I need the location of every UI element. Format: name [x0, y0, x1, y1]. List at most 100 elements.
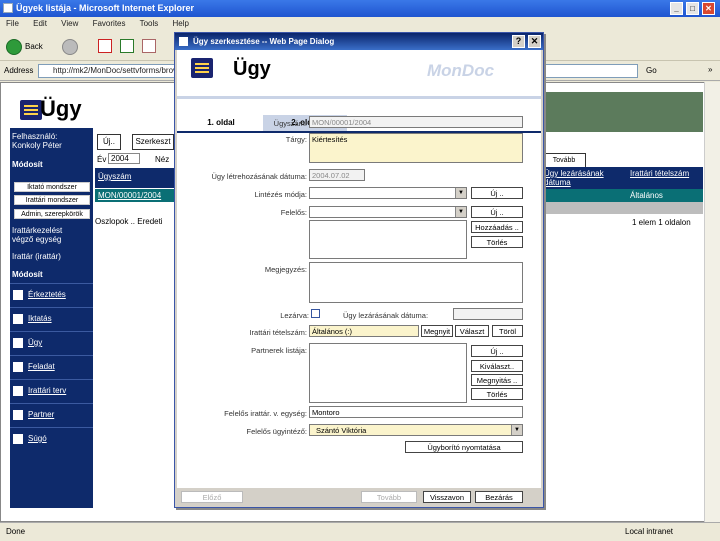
irattari-button[interactable]: Irattári mondszer: [14, 195, 90, 205]
dialog-title: Ügy szerkesztése -- Web Page Dialog: [193, 37, 335, 46]
dialog-logo-icon: [191, 58, 213, 78]
grid-row-right[interactable]: Általános: [540, 189, 703, 202]
felelos-select[interactable]: ▼: [309, 206, 467, 218]
irattari-terv-icon: [13, 386, 23, 396]
menu-edit[interactable]: Edit: [33, 19, 47, 28]
address-label: Address: [4, 66, 34, 75]
dialog-banner: [177, 96, 541, 99]
status-text: Done: [6, 527, 26, 536]
iktatas-icon: [13, 314, 23, 324]
close-button[interactable]: ✕: [702, 2, 715, 15]
back-label[interactable]: Back: [25, 42, 43, 51]
uj-partner-button[interactable]: Új ..: [471, 345, 523, 357]
uj-button[interactable]: Új..: [97, 134, 121, 150]
nav-label: Irattári terv: [28, 386, 67, 395]
help-button[interactable]: ?: [512, 35, 525, 48]
menu-file[interactable]: File: [6, 19, 19, 28]
grid-row-empty: [540, 202, 703, 214]
nav-item-irattari-terv[interactable]: Irattári terv: [10, 379, 93, 401]
nav-item-feladat[interactable]: Feladat: [10, 355, 93, 377]
megjegyzes-textarea[interactable]: [309, 262, 523, 303]
window-title: Ügyek listája - Microsoft Internet Explo…: [16, 3, 195, 13]
felelos-list[interactable]: [309, 220, 467, 259]
egyseg-field[interactable]: Montoro: [309, 406, 523, 418]
lezarva-checkbox[interactable]: [311, 309, 320, 318]
grid-row-ugyszam[interactable]: MON/00001/2004: [95, 189, 174, 202]
szerkeszt-button[interactable]: Szerkeszt: [132, 134, 174, 150]
megnyit-button[interactable]: Megnyit: [421, 325, 453, 337]
go-button[interactable]: Go: [646, 64, 678, 78]
feladat-icon: [13, 362, 23, 372]
nav-item-erkeztetes[interactable]: Érkeztetés: [10, 283, 93, 305]
dialog-body: Ügy MonDoc 1. oldal 2. oldal Ügyszám: MO…: [177, 50, 541, 505]
partner-list[interactable]: [309, 343, 467, 403]
dialog-heading: Ügy: [233, 58, 271, 80]
uj-felelos-button[interactable]: Új ..: [471, 206, 523, 218]
minimize-button[interactable]: _: [670, 2, 683, 15]
lezaras-label: Ügy lezárásának dátuma:: [343, 311, 429, 320]
links-chevron[interactable]: »: [708, 65, 712, 74]
torol-button[interactable]: Töröl: [492, 325, 523, 337]
nav-text-3: Irattár (irattár): [12, 252, 61, 261]
hozzaadas-button[interactable]: Hozzáadás ..: [471, 221, 523, 233]
valaszt-button[interactable]: Választ: [455, 325, 489, 337]
dialog-close-button[interactable]: ✕: [528, 35, 541, 48]
chevron-down-icon: ▼: [455, 188, 466, 198]
nav-item-iktatas[interactable]: Iktatás: [10, 307, 93, 329]
ugy-logo-icon: [20, 100, 42, 120]
nav-label: Partner: [28, 410, 55, 419]
dialog-icon: [179, 37, 188, 46]
visszavon-button[interactable]: Visszavon: [423, 491, 471, 503]
iktato-button[interactable]: Iktató mondszer: [14, 182, 90, 192]
vertical-scrollbar[interactable]: [704, 82, 720, 522]
nav-text-1: Irattárkezelést: [12, 226, 63, 235]
ie-title-bar: Ügyek listája - Microsoft Internet Explo…: [0, 0, 720, 17]
torles-felelos-button[interactable]: Törlés: [471, 236, 523, 248]
refresh-icon[interactable]: [120, 39, 134, 53]
ugyintezo-select[interactable]: Szántó Viktória: [309, 424, 523, 436]
menu-favorites[interactable]: Favorites: [93, 19, 126, 28]
grid-head-ugyszam[interactable]: Ügyszám: [95, 168, 174, 188]
uj-mod-button[interactable]: Új ..: [471, 187, 523, 199]
datum-field: 2004.07.02: [309, 169, 365, 181]
chevron-down-icon: ▼: [455, 207, 466, 217]
targy-textarea[interactable]: Kiértesítés: [309, 133, 523, 163]
nav-item-sugo[interactable]: Súgó: [10, 427, 93, 449]
nav-item-ugy[interactable]: Ügy: [10, 331, 93, 353]
irattari-label: Irattári tételszám:: [249, 328, 307, 337]
menu-view[interactable]: View: [61, 19, 78, 28]
torles-partner-button[interactable]: Törlés: [471, 388, 523, 400]
nezet-label: Néz: [155, 155, 170, 164]
pager-text: 1 elem 1 oldalon: [632, 218, 691, 227]
tovabb-button[interactable]: Tovább: [361, 491, 417, 503]
admin-button[interactable]: Admin, szerepkörök: [14, 209, 90, 219]
nyomtat-button[interactable]: Ügyborító nyomtatása: [405, 441, 523, 453]
nav-label: Érkeztetés: [28, 290, 66, 299]
user-name: Konkoly Péter: [12, 141, 62, 150]
elozo-button[interactable]: Előző: [181, 491, 243, 503]
row-irattari-value: Általános: [630, 191, 663, 200]
forward-icon[interactable]: [62, 39, 78, 55]
oszlopok-label[interactable]: Oszlopok .. Eredeti: [95, 217, 163, 226]
home-icon[interactable]: [142, 39, 156, 53]
col-irattari[interactable]: Irattári tételszám: [630, 169, 700, 178]
kivalaszt-button[interactable]: Kiválaszt..: [471, 360, 523, 372]
menu-tools[interactable]: Tools: [140, 19, 159, 28]
megnyitas-button[interactable]: Megnyitás ..: [471, 374, 523, 386]
nav-label: Feladat: [28, 362, 55, 371]
ugyintezo-label: Felelős ügyintéző:: [246, 427, 307, 436]
stop-icon[interactable]: [98, 39, 112, 53]
col-lezaras[interactable]: Ügy lezárásának dátuma: [544, 169, 624, 187]
nav-item-partner[interactable]: Partner: [10, 403, 93, 425]
lezaras-field: [453, 308, 523, 320]
dialog-button-bar: Előző Tovább Visszavon Bezárás: [177, 488, 541, 505]
menu-help[interactable]: Help: [173, 19, 189, 28]
back-icon[interactable]: [6, 39, 22, 55]
maximize-button[interactable]: □: [686, 2, 699, 15]
erkeztetes-icon: [13, 290, 23, 300]
ev-select[interactable]: 2004: [108, 153, 140, 164]
sugo-icon: [13, 434, 23, 444]
irattari-field[interactable]: Általános (:): [309, 325, 419, 337]
mod-select[interactable]: ▼: [309, 187, 467, 199]
bezaras-button[interactable]: Bezárás: [475, 491, 523, 503]
